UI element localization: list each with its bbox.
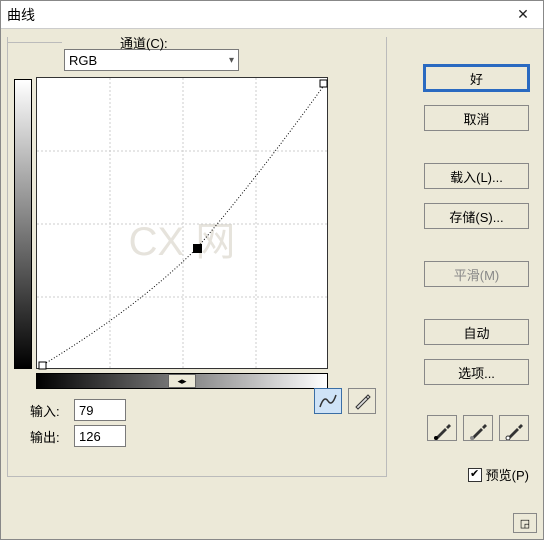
curve-handle[interactable] [193, 244, 202, 253]
horizontal-gradient: ◂▸ [36, 373, 328, 389]
curve-icon [318, 393, 338, 409]
eyedropper-white[interactable] [499, 415, 529, 441]
smooth-button: 平滑(M) [424, 261, 529, 287]
options-button[interactable]: 选项... [424, 359, 529, 385]
window-title: 曲线 [7, 5, 35, 25]
channel-select[interactable]: RGB ▾ [64, 49, 239, 71]
eyedropper-black[interactable] [427, 415, 457, 441]
curve-tool-button[interactable] [314, 388, 342, 414]
resize-handle-icon[interactable]: ◲ [513, 513, 537, 533]
channel-label: 通道(C): [116, 33, 172, 52]
input-label: 输入: [30, 401, 70, 420]
group-box: 通道(C): RGB ▾ CX 网 [7, 37, 387, 477]
preview-checkbox[interactable]: ✔ [468, 468, 482, 482]
channel-value: RGB [69, 53, 97, 68]
auto-button[interactable]: 自动 [424, 319, 529, 345]
cancel-button[interactable]: 取消 [424, 105, 529, 131]
curve-area: CX 网 [14, 77, 380, 369]
content: 通道(C): RGB ▾ CX 网 [1, 29, 543, 539]
pencil-icon [353, 392, 371, 410]
pencil-tool-button[interactable] [348, 388, 376, 414]
input-field[interactable] [74, 399, 126, 421]
curves-dialog: 曲线 ✕ 通道(C): RGB ▾ CX [0, 0, 544, 540]
left-panel: 通道(C): RGB ▾ CX 网 [7, 37, 387, 531]
preview-label: 预览(P) [486, 465, 529, 484]
ok-button[interactable]: 好 [424, 65, 529, 91]
save-button[interactable]: 存储(S)... [424, 203, 529, 229]
curve-canvas[interactable]: CX 网 [36, 77, 328, 369]
chevron-down-icon: ▾ [229, 55, 234, 66]
titlebar: 曲线 ✕ [1, 1, 543, 29]
load-button[interactable]: 载入(L)... [424, 163, 529, 189]
eyedropper-gray[interactable] [463, 415, 493, 441]
close-icon[interactable]: ✕ [509, 3, 537, 27]
gradient-toggle[interactable]: ◂▸ [168, 374, 196, 388]
eyedroppers [427, 415, 529, 441]
output-field[interactable] [74, 425, 126, 447]
vertical-gradient [14, 79, 32, 369]
output-label: 输出: [30, 427, 70, 446]
curve-svg [37, 78, 329, 370]
right-panel: 好 取消 载入(L)... 存储(S)... 平滑(M) 自动 选项... ✔ … [393, 37, 537, 531]
preview-row: ✔ 预览(P) [468, 465, 529, 484]
